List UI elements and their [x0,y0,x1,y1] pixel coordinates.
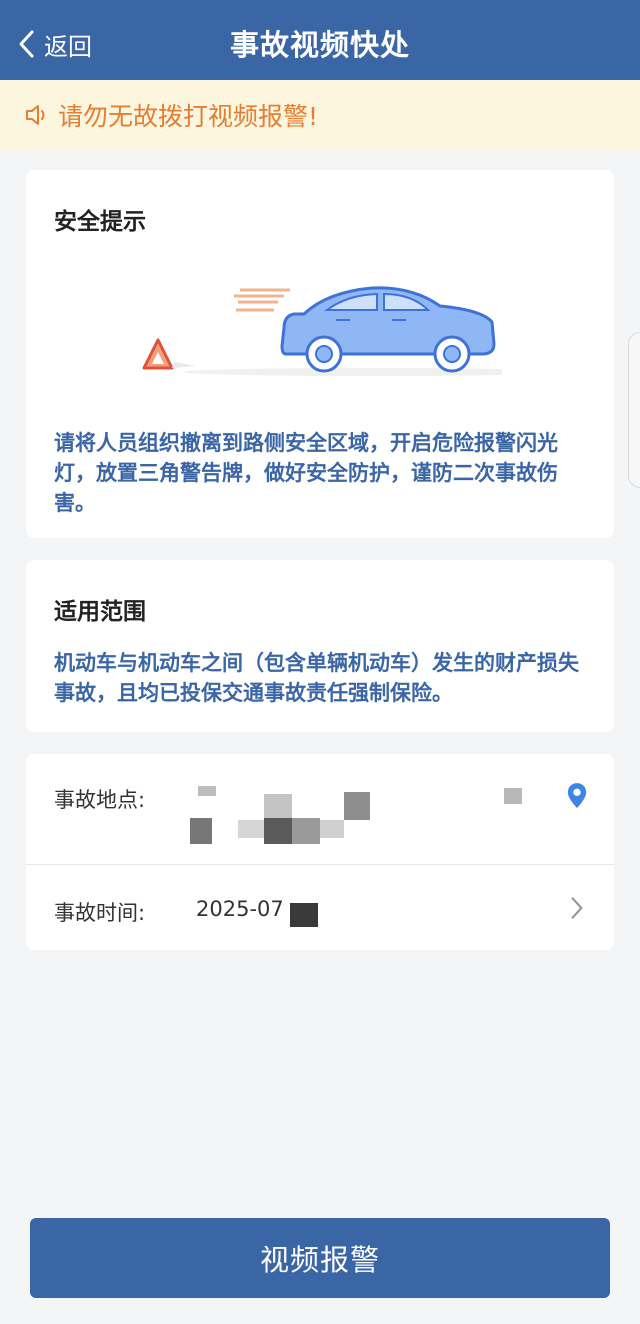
warning-notice-bar: 请勿无故拨打视频报警! [0,80,640,150]
speaker-icon [26,105,45,125]
time-label: 事故时间: [54,901,146,925]
car-warning-illustration [142,286,502,376]
video-report-button[interactable]: 视频报警 [30,1218,610,1298]
side-drawer-handle[interactable] [628,332,640,488]
safety-tips-card: 安全提示 请将人员组织撤离到路侧安全区域，开启危险报警闪光灯，放置三角警告牌，做… [26,170,614,538]
time-row[interactable]: 事故时间: 2025-07 [26,865,614,950]
safety-tips-title: 安全提示 [54,209,146,235]
top-app-bar: 返回 事故视频快处 [0,0,640,80]
scope-text: 机动车与机动车之间（包含单辆机动车）发生的财产损失事故，且均已投保交通事故责任强… [54,651,579,705]
safety-tips-text: 请将人员组织撤离到路侧安全区域，开启危险报警闪光灯，放置三角警告牌，做好安全防护… [54,431,558,515]
location-pin-icon[interactable] [566,782,588,810]
time-value-redacted [290,903,318,927]
accident-info-form: 事故地点: 事故时间: 2025-07 [26,754,614,950]
location-label: 事故地点: [54,788,146,812]
location-row[interactable]: 事故地点: [26,754,614,864]
notice-text: 请勿无故拨打视频报警! [58,102,319,131]
scope-title: 适用范围 [54,599,146,625]
page-title: 事故视频快处 [229,28,410,62]
scope-card: 适用范围 机动车与机动车之间（包含单辆机动车）发生的财产损失事故，且均已投保交通… [26,560,614,732]
time-value: 2025-07 [196,897,284,921]
chevron-right-icon[interactable] [570,895,584,921]
